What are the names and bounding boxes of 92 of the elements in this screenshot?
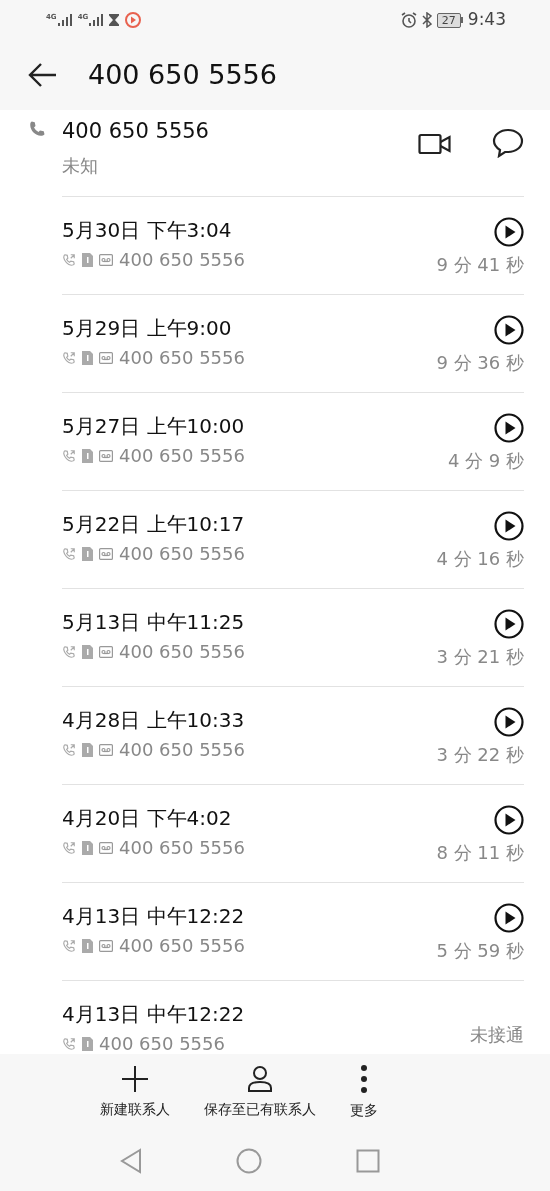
call-duration: 未接通 xyxy=(470,1023,524,1047)
alarm-icon xyxy=(400,12,417,28)
call-duration: 3 分 22 秒 xyxy=(436,743,524,767)
recents-nav-button[interactable] xyxy=(356,1148,380,1173)
action-button[interactable]: 保存至已有联系人 xyxy=(204,1064,316,1120)
sim-card-icon xyxy=(82,841,93,855)
outgoing-call-icon xyxy=(62,645,76,659)
call-number: 400 650 5556 xyxy=(119,249,245,271)
voicemail-icon xyxy=(99,646,113,658)
battery-indicator: 27 xyxy=(436,12,463,28)
play-recording-button[interactable] xyxy=(494,903,524,933)
play-recording-button[interactable] xyxy=(494,609,524,639)
sim-card-icon xyxy=(82,743,93,757)
outgoing-call-icon xyxy=(62,841,76,855)
call-date: 4月13日 中午12:22 xyxy=(62,1001,246,1027)
person-icon xyxy=(246,1064,274,1093)
contact-label: 未知 xyxy=(62,153,99,178)
sim-card-icon xyxy=(82,939,93,953)
call-date: 5月30日 下午3:04 xyxy=(62,217,233,243)
call-duration: 4 分 9 秒 xyxy=(447,449,524,473)
signal-icon xyxy=(89,14,104,26)
call-date: 5月13日 中午11:25 xyxy=(62,609,246,635)
call-number: 400 650 5556 xyxy=(99,1033,225,1054)
sim-card-icon xyxy=(82,253,93,267)
call-number: 400 650 5556 xyxy=(119,739,245,761)
play-recording-button[interactable] xyxy=(494,217,524,247)
outgoing-call-icon xyxy=(62,939,76,953)
call-duration: 5 分 59 秒 xyxy=(436,939,524,963)
call-log-row[interactable]: 5月27日 上午10:00 400 650 5556 4 分 9 秒 xyxy=(62,392,524,490)
call-number: 400 650 5556 xyxy=(119,641,245,663)
voicemail-icon xyxy=(99,842,113,854)
play-recording-button[interactable] xyxy=(494,315,524,345)
play-recording-button[interactable] xyxy=(494,805,524,835)
bluetooth-icon xyxy=(421,12,432,28)
outgoing-call-icon xyxy=(62,743,76,757)
call-number: 400 650 5556 xyxy=(119,445,245,467)
call-date: 5月22日 上午10:17 xyxy=(62,511,246,537)
voicemail-icon xyxy=(99,254,113,266)
clock: 9:43 xyxy=(467,8,506,32)
sim-card-icon xyxy=(82,1037,93,1051)
page-title: 400 650 5556 xyxy=(88,57,277,92)
call-log-row[interactable]: 5月13日 中午11:25 400 650 5556 3 分 21 秒 xyxy=(62,588,524,686)
call-number: 400 650 5556 xyxy=(119,347,245,369)
outgoing-call-icon xyxy=(62,449,76,463)
call-date: 5月29日 上午9:00 xyxy=(62,315,233,341)
call-date: 4月28日 上午10:33 xyxy=(62,707,246,733)
call-number: 400 650 5556 xyxy=(119,543,245,565)
call-number: 400 650 5556 xyxy=(119,935,245,957)
outgoing-call-icon xyxy=(62,547,76,561)
call-duration: 9 分 41 秒 xyxy=(436,253,524,277)
call-date: 4月20日 下午4:02 xyxy=(62,805,233,831)
back-nav-button[interactable] xyxy=(120,1147,142,1174)
voicemail-icon xyxy=(99,450,113,462)
sim-card-icon xyxy=(82,351,93,365)
call-date: 4月13日 中午12:22 xyxy=(62,903,246,929)
action-button[interactable]: 新建联系人 xyxy=(100,1064,170,1120)
call-duration: 3 分 21 秒 xyxy=(436,645,524,669)
message-button[interactable] xyxy=(492,128,524,158)
more-icon xyxy=(360,1063,368,1094)
action-button[interactable]: 更多 xyxy=(350,1063,378,1121)
contact-number: 400 650 5556 xyxy=(62,118,210,145)
call-log-row[interactable]: 4月20日 下午4:02 400 650 5556 8 分 11 秒 xyxy=(62,784,524,882)
call-duration: 9 分 36 秒 xyxy=(436,351,524,375)
signal-icon xyxy=(57,14,72,26)
voicemail-icon xyxy=(99,352,113,364)
voicemail-icon xyxy=(99,744,113,756)
call-duration: 4 分 16 秒 xyxy=(436,547,524,571)
voicemail-icon xyxy=(99,548,113,560)
call-log-row[interactable]: 4月13日 中午12:22 400 650 5556 5 分 59 秒 xyxy=(62,882,524,980)
outgoing-call-icon xyxy=(62,253,76,267)
outgoing-call-icon xyxy=(62,1037,76,1051)
outgoing-call-icon xyxy=(62,351,76,365)
home-nav-button[interactable] xyxy=(236,1147,262,1174)
call-duration: 8 分 11 秒 xyxy=(436,841,524,865)
play-recording-button[interactable] xyxy=(494,511,524,541)
call-log-row[interactable]: 5月30日 下午3:04 400 650 5556 9 分 41 秒 xyxy=(62,196,524,294)
play-recording-button[interactable] xyxy=(494,413,524,443)
sim-card-icon xyxy=(82,547,93,561)
play-recording-button[interactable] xyxy=(494,707,524,737)
call-log-row[interactable]: 5月29日 上午9:00 400 650 5556 9 分 36 秒 xyxy=(62,294,524,392)
play-app-icon xyxy=(125,12,142,28)
hourglass-icon xyxy=(109,14,120,26)
call-date: 5月27日 上午10:00 xyxy=(62,413,246,439)
plus-icon xyxy=(121,1064,149,1093)
voicemail-icon xyxy=(99,940,113,952)
call-number: 400 650 5556 xyxy=(119,837,245,859)
phone-icon xyxy=(28,120,46,138)
sim-card-icon xyxy=(82,449,93,463)
call-log-row[interactable]: 4月28日 上午10:33 400 650 5556 3 分 22 秒 xyxy=(62,686,524,784)
call-log-row[interactable]: 5月22日 上午10:17 400 650 5556 4 分 16 秒 xyxy=(62,490,524,588)
video-call-button[interactable] xyxy=(418,132,452,156)
sim-card-icon xyxy=(82,645,93,659)
